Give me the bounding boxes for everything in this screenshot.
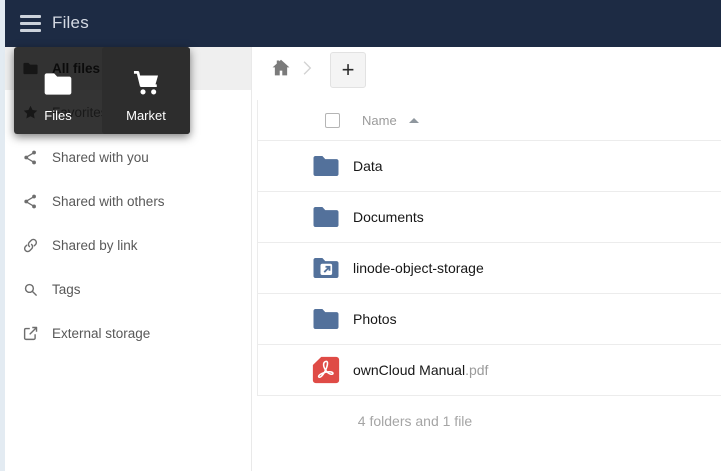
sidebar-item-label: External storage — [52, 326, 150, 341]
name-column-header[interactable]: Name — [362, 113, 397, 128]
hamburger-menu-icon[interactable] — [20, 15, 42, 32]
folder-external-icon — [311, 253, 341, 283]
table-row[interactable]: Data — [258, 141, 721, 192]
chevron-right-icon — [297, 57, 317, 79]
folder-icon — [311, 151, 341, 181]
file-name: Photos — [353, 311, 397, 327]
new-file-button[interactable]: + — [330, 52, 366, 88]
table-row[interactable]: Documents — [258, 192, 721, 243]
sidebar-item-label: Shared with others — [52, 194, 165, 209]
search-icon — [22, 281, 39, 298]
sidebar-item-shared-with-others[interactable]: Shared with others — [5, 179, 251, 223]
sidebar-item-shared-by-link[interactable]: Shared by link — [5, 223, 251, 267]
file-name: linode-object-storage — [353, 260, 484, 276]
folder-icon — [311, 304, 341, 334]
app-tile-label: Files — [44, 108, 71, 123]
file-name: Data — [353, 158, 383, 174]
app-tile-label: Market — [126, 108, 166, 123]
sidebar-item-external-storage[interactable]: External storage — [5, 311, 251, 355]
sort-ascending-icon — [409, 118, 419, 123]
page-title: Files — [52, 13, 89, 33]
folder-icon — [311, 202, 341, 232]
file-table-header: Name — [257, 100, 721, 141]
app-tile-market[interactable]: Market — [102, 47, 190, 134]
sidebar-item-label: Tags — [52, 282, 81, 297]
table-row[interactable]: ownCloud Manual.pdf — [258, 345, 721, 396]
sidebar-item-label: Shared with you — [52, 150, 149, 165]
sidebar-item-label: Shared by link — [52, 238, 138, 253]
table-row[interactable]: Photos — [258, 294, 721, 345]
folder-icon — [39, 68, 77, 100]
pdf-icon — [311, 355, 341, 385]
sidebar-item-shared-with-you[interactable]: Shared with you — [5, 135, 251, 179]
file-table: Data Documents linode-object-storage Pho… — [257, 141, 721, 396]
file-name: Documents — [353, 209, 424, 225]
owncloud-files-app: Files All files Favorites Shared with yo… — [0, 0, 721, 471]
app-tile-files[interactable]: Files — [14, 47, 102, 134]
share-icon — [22, 149, 39, 166]
share-icon — [22, 193, 39, 210]
file-extension: .pdf — [465, 362, 488, 378]
file-list-summary: 4 folders and 1 file — [257, 413, 573, 429]
sidebar-item-tags[interactable]: Tags — [5, 267, 251, 311]
external-link-icon — [22, 325, 39, 342]
link-icon — [22, 237, 39, 254]
select-all-checkbox[interactable] — [325, 113, 340, 128]
table-row[interactable]: linode-object-storage — [258, 243, 721, 294]
top-bar: Files — [5, 0, 721, 47]
cart-icon — [127, 66, 165, 100]
file-name: ownCloud Manual — [353, 362, 465, 378]
breadcrumb-home-icon[interactable] — [270, 57, 292, 79]
app-switcher-menu: Files Market — [14, 47, 190, 134]
